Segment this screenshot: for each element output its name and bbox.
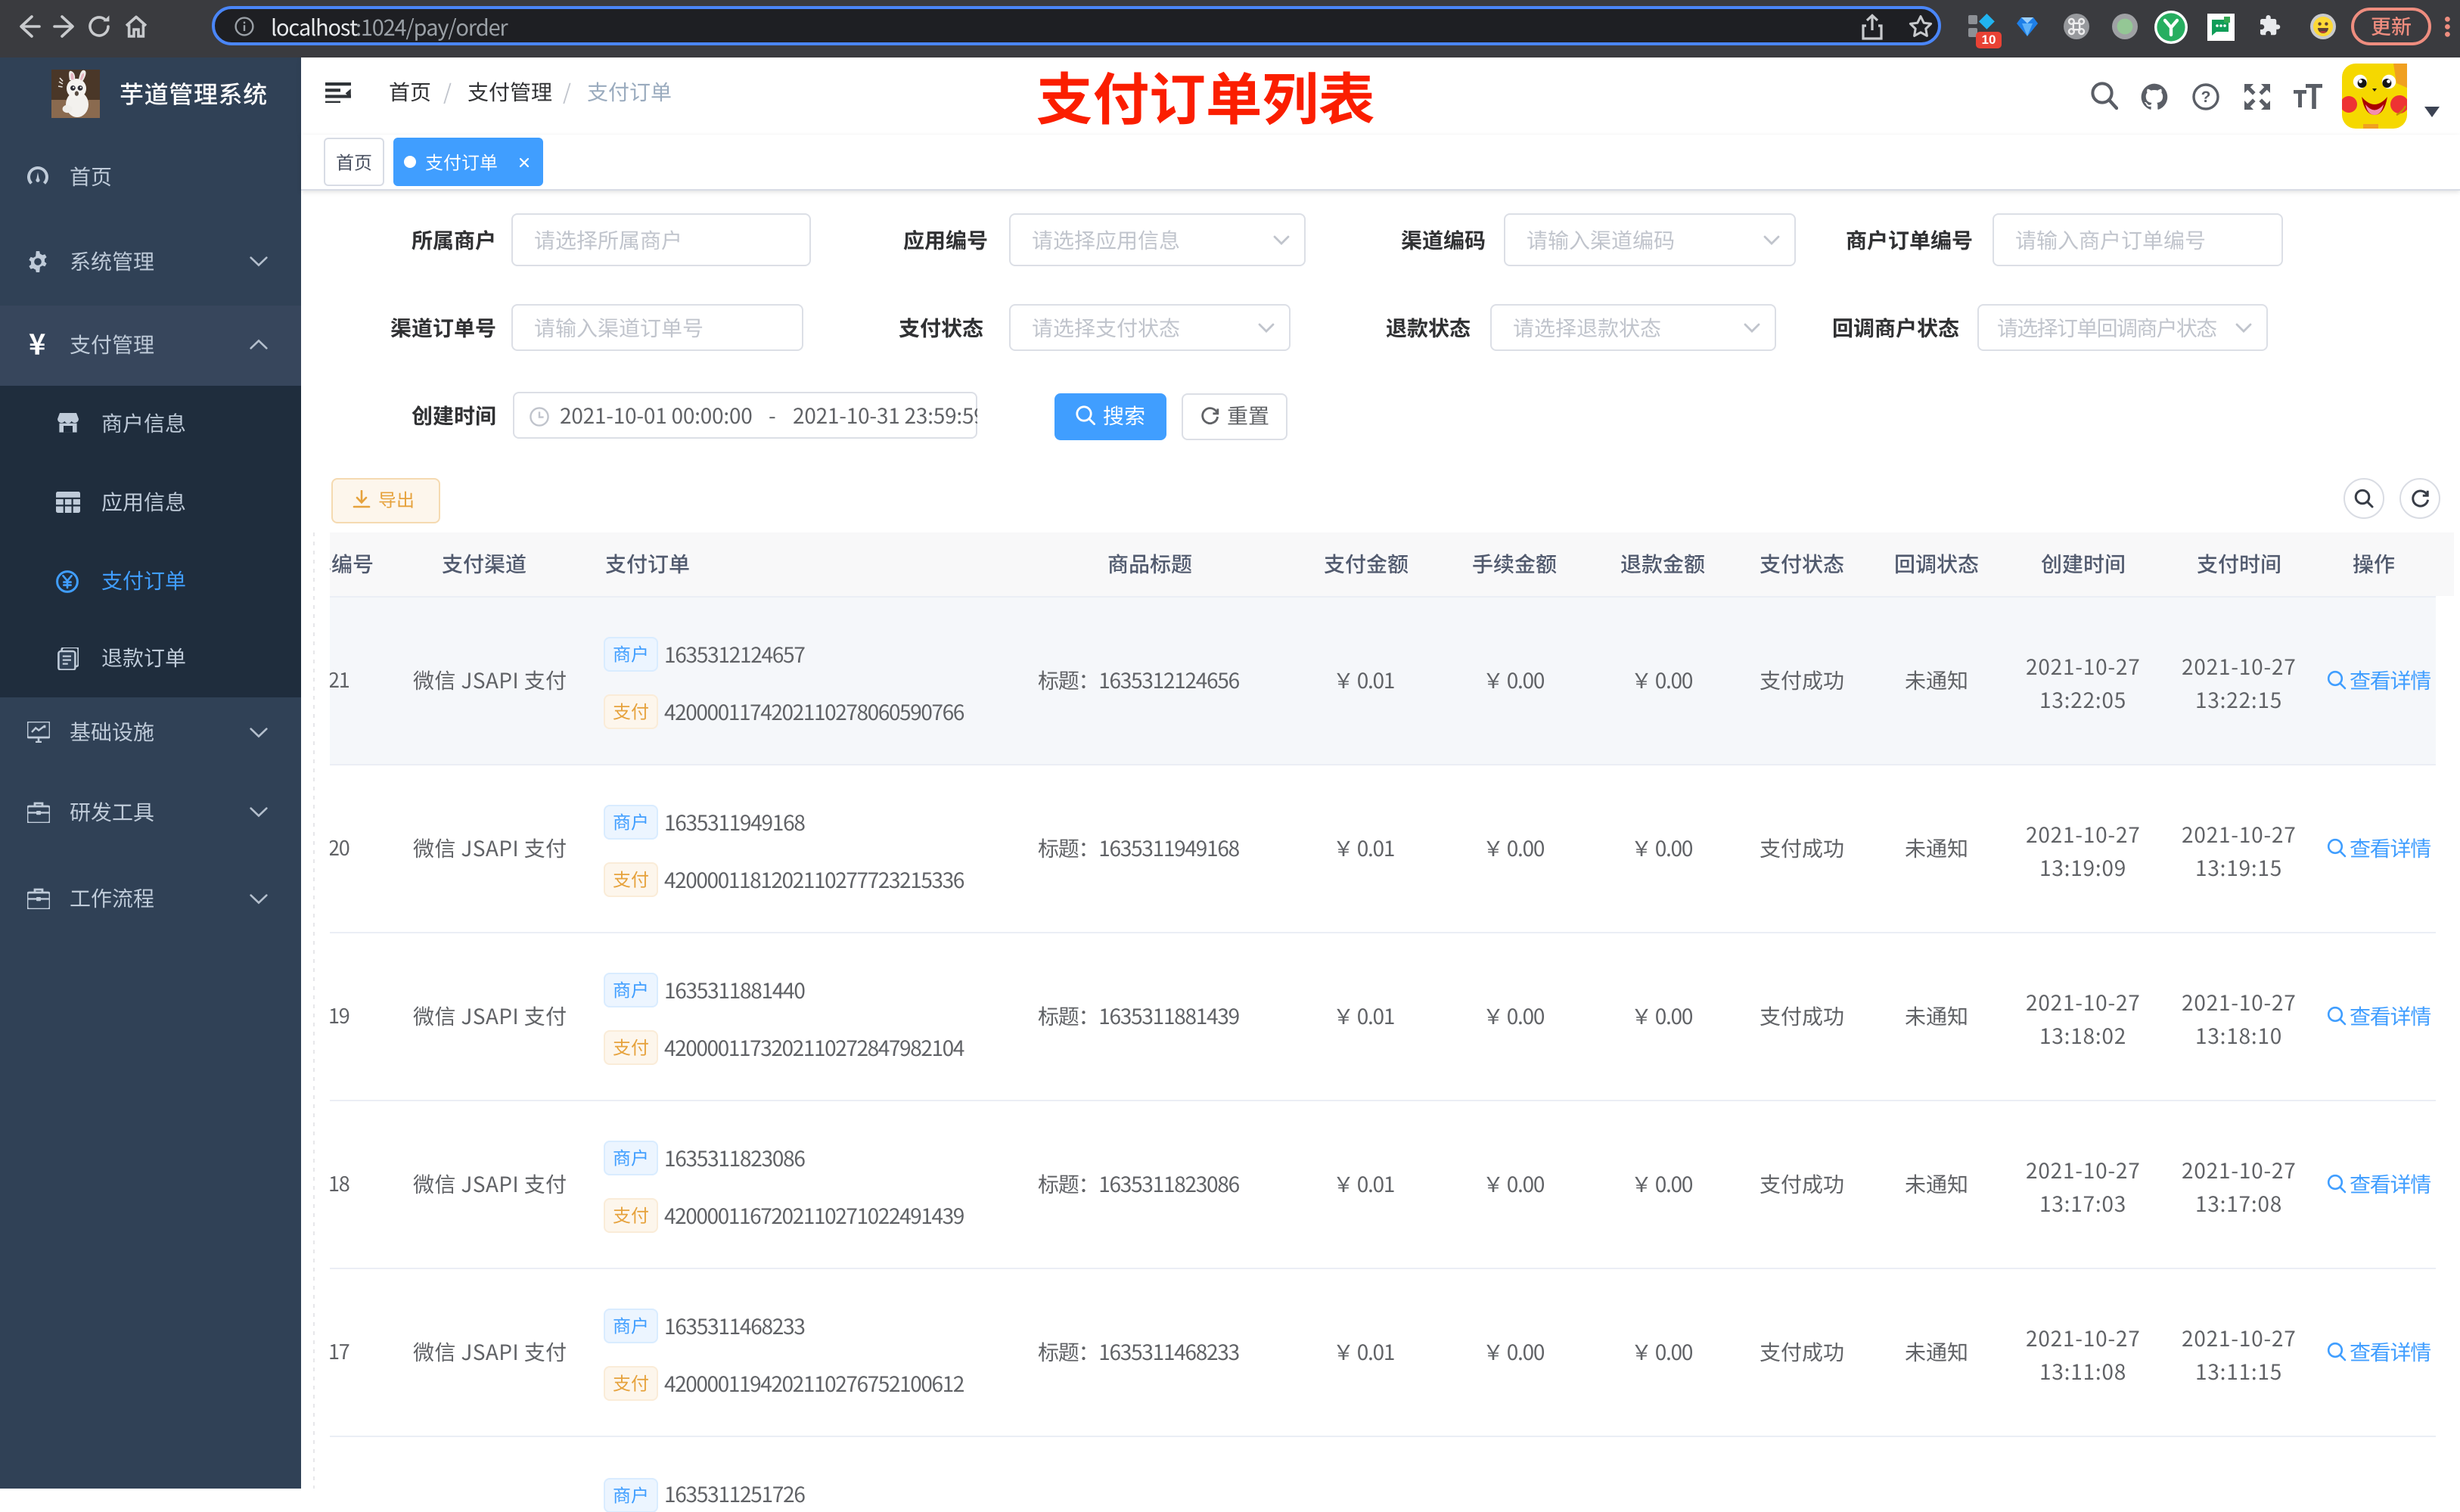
svg-text:?: ? (2201, 88, 2210, 105)
